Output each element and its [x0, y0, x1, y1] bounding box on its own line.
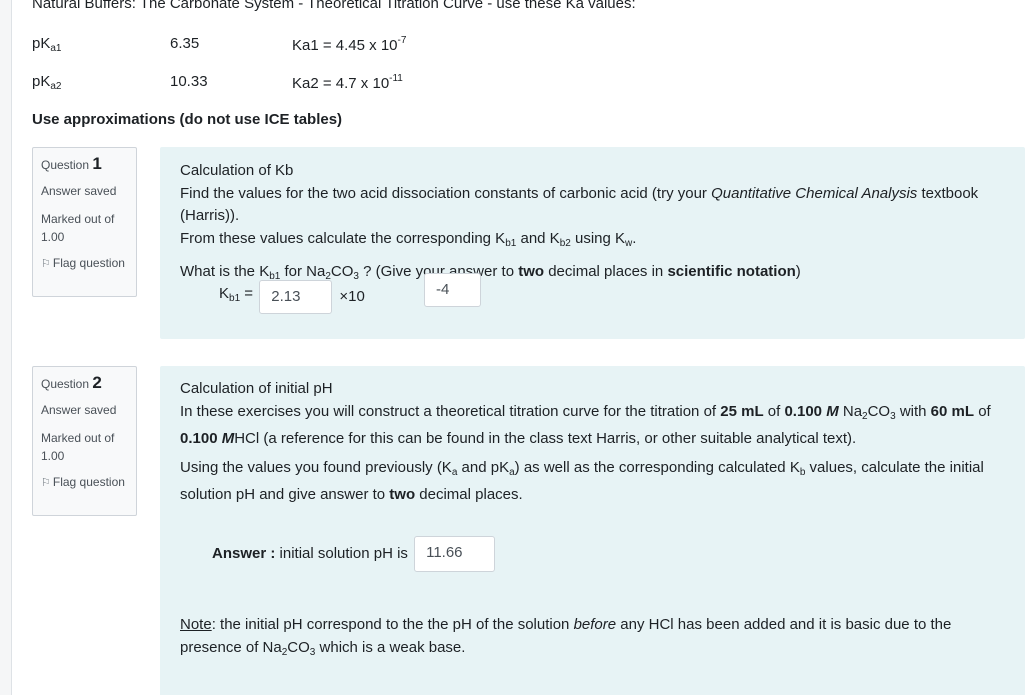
- kb1-mantissa-input[interactable]: 2.13: [259, 280, 333, 314]
- kb1-label: Kb1 =: [219, 285, 254, 305]
- ph-note: Note: the initial pH correspond to the t…: [180, 616, 952, 658]
- pka1-label: pKa1: [32, 35, 62, 54]
- ka2-value: Ka2 = 4.7 x 10-11: [292, 73, 403, 92]
- question-2-paragraph-2: Using the values you found previously (K…: [180, 458, 984, 504]
- question-2-number: Question 2: [41, 373, 102, 392]
- ph-answer-line: Answer : initial solution pH is 11.66: [212, 536, 496, 572]
- kb1-exponent-input[interactable]: -4: [424, 273, 481, 307]
- question-2-state: Answer saved: [41, 403, 117, 417]
- question-1-content: Calculation of Kb Find the values for th…: [160, 147, 1025, 339]
- pka1-value: 6.35: [170, 35, 200, 52]
- answer-label: Answer :: [212, 544, 276, 562]
- question-1-heading: Calculation of Kb: [180, 162, 294, 179]
- times-ten-label: ×10: [339, 287, 365, 305]
- question-1-flag[interactable]: ⚐ Flag question: [41, 254, 128, 273]
- intro-title: Natural Buffers: The Carbonate System - …: [32, 0, 636, 12]
- pka2-label: pKa2: [32, 73, 62, 92]
- ka1-value: Ka1 = 4.45 x 10-7: [292, 35, 407, 54]
- question-1-number: Question 1: [41, 154, 102, 173]
- question-2-paragraph-1: In these exercises you will construct a …: [180, 402, 991, 448]
- question-1-grade: Marked out of 1.00: [41, 212, 115, 244]
- question-2-info: Question 2 Answer saved Marked out of 1.…: [32, 366, 137, 516]
- pka2-value: 10.33: [170, 73, 208, 90]
- question-2-grade: Marked out of 1.00: [41, 431, 115, 463]
- question-1-text-1: Find the values for the two acid dissoci…: [180, 184, 979, 225]
- answer-text: initial solution pH is: [275, 544, 408, 562]
- question-1-text-2: From these values calculate the correspo…: [180, 229, 637, 249]
- question-2-heading: Calculation of initial pH: [180, 380, 333, 397]
- flag-icon: ⚐: [41, 477, 51, 489]
- question-1-state: Answer saved: [41, 184, 117, 198]
- question-2-content: Calculation of initial pH In these exerc…: [160, 366, 1025, 695]
- ph-answer-input[interactable]: 11.66: [414, 536, 496, 572]
- flag-icon: ⚐: [41, 258, 51, 270]
- kb1-answer-line: Kb1 = 2.13 ×10 -4: [219, 273, 481, 314]
- page-left-border: [0, 0, 12, 695]
- approximation-note: Use approximations (do not use ICE table…: [32, 111, 343, 128]
- question-1-info: Question 1 Answer saved Marked out of 1.…: [32, 147, 137, 297]
- question-2-flag[interactable]: ⚐ Flag question: [41, 473, 128, 492]
